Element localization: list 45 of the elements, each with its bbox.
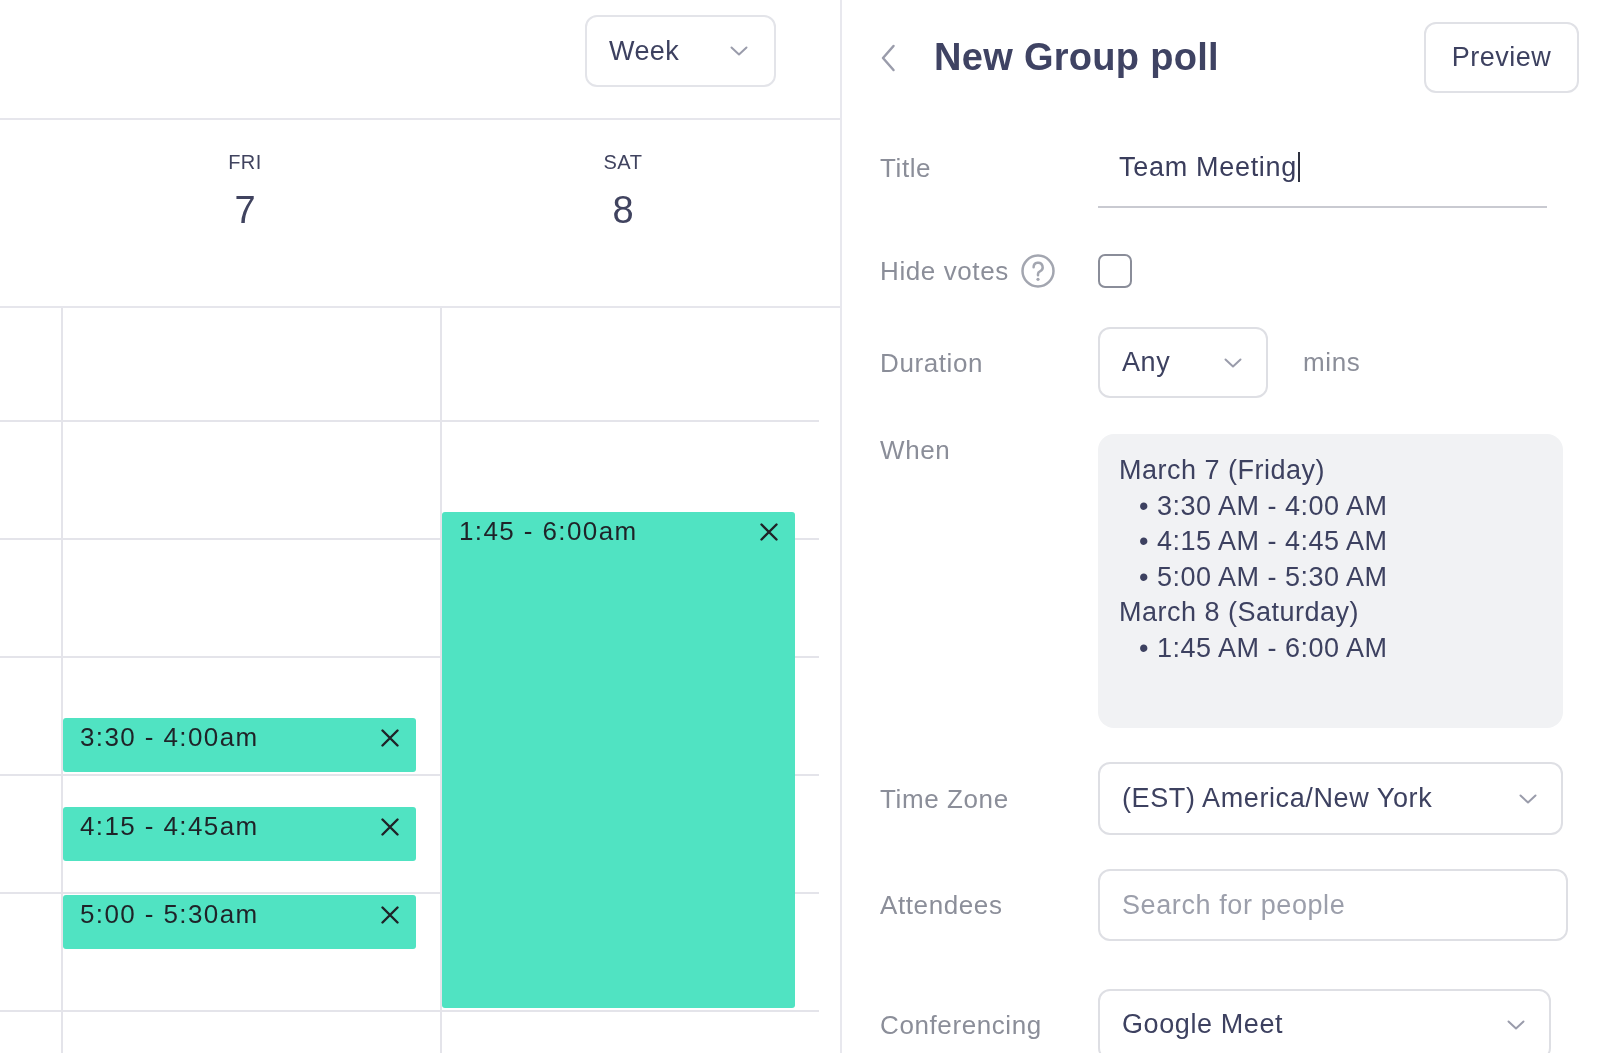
close-icon[interactable] xyxy=(760,522,778,541)
chevron-down-icon xyxy=(1507,1019,1525,1030)
field-label: When xyxy=(880,434,951,466)
search-field[interactable]: Search for people xyxy=(1098,869,1568,941)
chevron-down-icon xyxy=(1519,793,1537,804)
day-date: 8 xyxy=(612,188,634,232)
field-label: Conferencing xyxy=(880,1008,1042,1041)
close-icon[interactable] xyxy=(381,906,399,924)
title-input[interactable]: Team Meeting xyxy=(1098,128,1547,208)
time-slot-label: 1:45 - 6:00am xyxy=(459,515,638,546)
dropdown-select[interactable]: Google Meet xyxy=(1098,989,1551,1053)
dropdown-select[interactable]: (EST) America/New York xyxy=(1098,762,1563,835)
unit-label: mins xyxy=(1303,347,1361,378)
day-date: 7 xyxy=(234,188,256,232)
date-heading: March 7 (Friday) xyxy=(1119,454,1327,487)
field-label: Duration xyxy=(880,346,984,379)
panel-title: New Group poll xyxy=(934,36,1219,79)
time-slot-label: 5:00 - 5:30am xyxy=(80,899,259,929)
view-select[interactable]: Week xyxy=(585,15,776,87)
close-icon[interactable] xyxy=(381,729,399,747)
field-label: Title xyxy=(880,152,932,184)
field-label: Time Zone xyxy=(880,782,1009,815)
time-slot-block[interactable]: 1:45 - 6:00am xyxy=(442,511,795,1008)
time-slot-block[interactable]: 3:30 - 4:00am xyxy=(63,718,416,772)
time-slot-label: 4:15 - 4:45am xyxy=(80,810,259,841)
chevron-down-icon xyxy=(1224,357,1242,368)
day-name: FRI xyxy=(228,150,262,174)
field-label: Hide votes xyxy=(880,255,1009,287)
close-icon[interactable] xyxy=(381,817,399,836)
time-slot-label: 3:30 - 4:00am xyxy=(80,722,259,752)
time-slot-block[interactable]: 4:15 - 4:45am xyxy=(63,806,416,861)
field-label: Attendees xyxy=(880,889,1003,921)
chevron-left-icon[interactable] xyxy=(880,43,896,72)
dropdown-select[interactable]: Any xyxy=(1098,327,1268,398)
time-slot-text: • 1:45 AM - 6:00 AM xyxy=(1138,631,1389,665)
preview-button[interactable]: Preview xyxy=(1424,22,1579,93)
date-heading: March 8 (Saturday) xyxy=(1119,596,1361,629)
day-name: SAT xyxy=(603,150,643,174)
text-cursor-icon xyxy=(1298,152,1300,182)
time-slot-text: • 3:30 AM - 4:00 AM xyxy=(1138,489,1389,523)
time-slot-text: • 5:00 AM - 5:30 AM xyxy=(1138,560,1389,594)
time-slot-text: • 4:15 AM - 4:45 AM xyxy=(1138,525,1389,558)
checkbox[interactable] xyxy=(1098,254,1132,288)
chevron-down-icon xyxy=(730,46,748,56)
time-slot-block[interactable]: 5:00 - 5:30am xyxy=(63,895,416,949)
